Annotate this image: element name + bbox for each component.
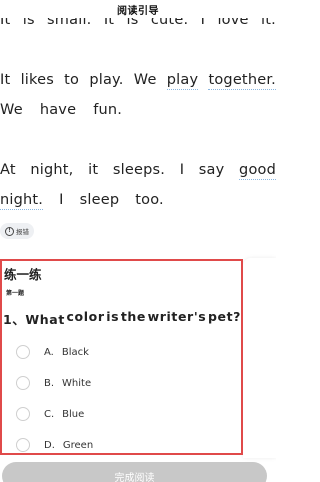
radio-button[interactable]: [16, 345, 30, 359]
radio-button[interactable]: [16, 407, 30, 421]
question-word: writer's: [147, 309, 207, 324]
question-word: 1、What: [3, 312, 65, 327]
option-text: Green: [62, 439, 94, 451]
option-letter: C.: [44, 408, 55, 420]
radio-button[interactable]: [16, 438, 30, 452]
report-label: 报错: [16, 228, 29, 236]
word[interactable]: have: [40, 102, 76, 118]
report-error-button[interactable]: ! 报错: [0, 223, 34, 239]
question-word: color: [66, 309, 105, 324]
word[interactable]: I: [180, 162, 184, 178]
option-letter: D.: [44, 439, 55, 451]
word[interactable]: too.: [135, 192, 164, 208]
highlighted-word[interactable]: good: [239, 162, 276, 180]
finish-reading-label: 完成阅读: [114, 473, 155, 482]
passage-line-2: It likes to play. We play together.: [0, 72, 276, 90]
option-text: White: [62, 377, 92, 389]
word[interactable]: say: [199, 162, 225, 178]
top-bar: 阅读引导: [0, 0, 276, 18]
page-title: 阅读引导: [117, 5, 159, 17]
option-letter: B.: [44, 377, 55, 389]
highlighted-word[interactable]: play: [166, 72, 199, 90]
word[interactable]: At: [0, 162, 16, 178]
practice-section: 练一练 第一题 1、What color is the writer's pet…: [0, 259, 243, 455]
question-word: pet?: [207, 309, 241, 324]
option-b[interactable]: B. White: [16, 374, 91, 392]
word[interactable]: sleeps.: [113, 162, 165, 178]
question-number: 第一题: [6, 290, 25, 297]
word[interactable]: fun.: [93, 102, 122, 118]
practice-heading: 练一练: [4, 267, 42, 282]
question-word: is: [106, 309, 120, 324]
word[interactable]: sleep: [80, 192, 120, 208]
info-icon: !: [5, 226, 14, 236]
option-d[interactable]: D. Green: [16, 436, 93, 454]
passage-line-4: At night, it sleeps. I say good: [0, 162, 276, 180]
word[interactable]: it: [88, 162, 98, 178]
word[interactable]: I: [59, 192, 63, 208]
option-text: Black: [61, 346, 89, 358]
highlighted-word[interactable]: night.: [0, 192, 44, 210]
word[interactable]: We: [0, 102, 23, 118]
card-edge: [243, 258, 276, 458]
word[interactable]: to: [64, 72, 79, 88]
option-text: Blue: [62, 408, 85, 420]
word[interactable]: We: [134, 72, 157, 88]
option-letter: A.: [44, 346, 54, 358]
passage-line-3: We have fun.: [0, 102, 276, 118]
question-word: the: [120, 309, 146, 324]
word[interactable]: night,: [30, 162, 73, 178]
reading-guide-page: 阅读引导 It is small. It is cute. I love it.…: [0, 0, 276, 482]
finish-reading-button[interactable]: 完成阅读: [2, 462, 267, 482]
word[interactable]: likes: [21, 72, 54, 88]
highlighted-word[interactable]: together.: [208, 72, 276, 90]
word[interactable]: play.: [89, 72, 123, 88]
radio-button[interactable]: [16, 376, 30, 390]
question-text: 1、What color is the writer's pet?: [3, 309, 241, 328]
option-c[interactable]: C. Blue: [16, 405, 84, 423]
word[interactable]: It: [0, 72, 10, 88]
option-a[interactable]: A. Black: [16, 343, 89, 361]
passage-line-5: night. I sleep too.: [0, 192, 276, 210]
